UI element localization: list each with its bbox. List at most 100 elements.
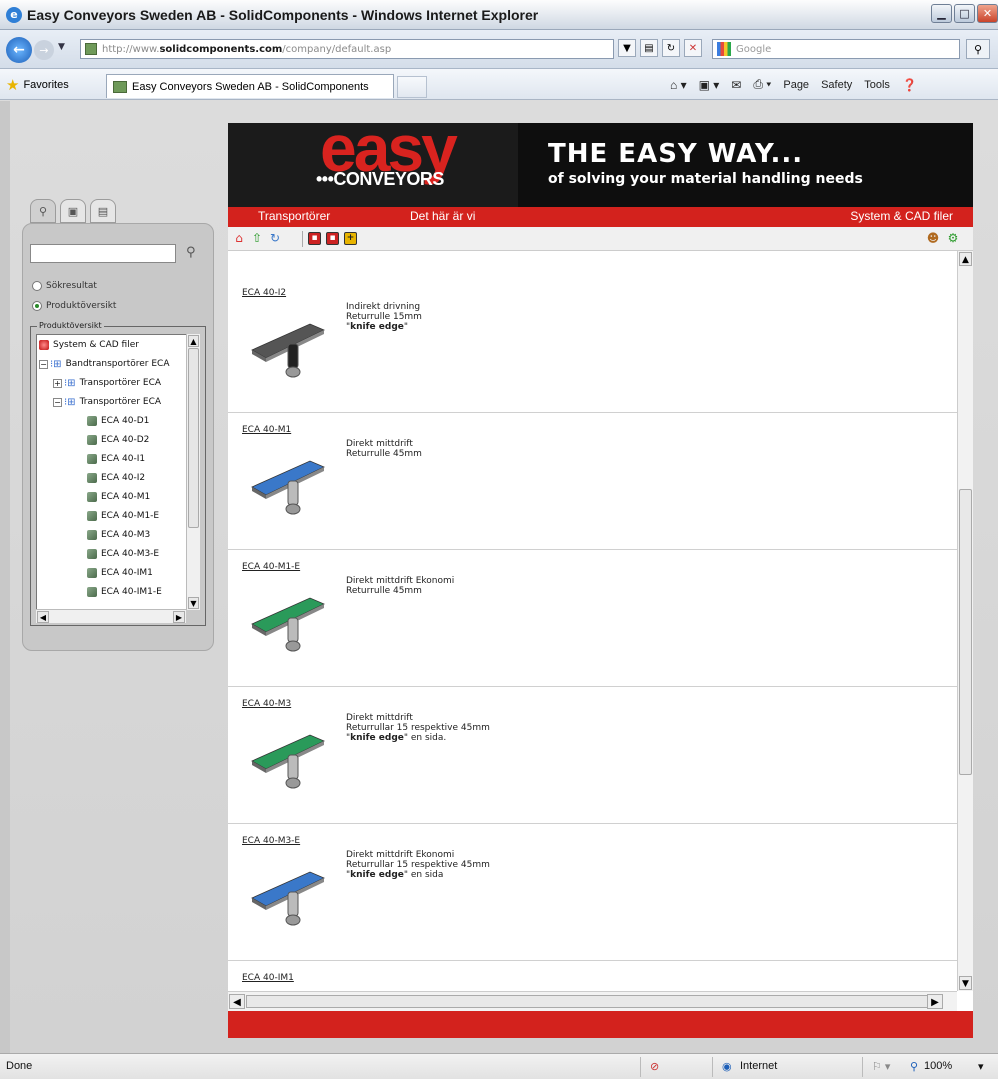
search-input[interactable]: Google xyxy=(712,39,960,59)
product-description: Direkt mittdrift Ekonomi Returrullar 15 r… xyxy=(346,850,490,880)
tree-item[interactable]: ECA 40-M1 xyxy=(87,488,150,506)
menu-item-transportorer[interactable]: Transportörer xyxy=(258,209,330,223)
panel-search-input[interactable] xyxy=(30,244,176,263)
conveyor-image[interactable] xyxy=(250,727,330,797)
up-arrow-icon[interactable]: ⇧ xyxy=(250,231,264,245)
tree-horizontal-scrollbar[interactable]: ◀ ▶ xyxy=(36,609,186,623)
scroll-down-arrow[interactable]: ▼ xyxy=(188,597,199,609)
user-icon[interactable]: ☻ xyxy=(926,231,940,245)
tree-item[interactable]: ECA 40-D1 xyxy=(87,412,149,430)
scroll-up-arrow[interactable]: ▲ xyxy=(959,252,972,266)
tree-vertical-scrollbar[interactable]: ▲ ▼ xyxy=(186,334,200,610)
site-footer xyxy=(228,1011,973,1038)
address-dropdown-button[interactable]: ▼ xyxy=(618,39,636,57)
tree-item[interactable]: ECA 40-I2 xyxy=(87,469,145,487)
zoom-icon: ⚲ xyxy=(910,1061,919,1073)
menu-item-system-cad[interactable]: System & CAD filer xyxy=(850,209,953,223)
product-code-link[interactable]: ECA 40-I2 xyxy=(242,288,286,298)
conveyor-image[interactable] xyxy=(250,590,330,660)
list-tab-icon[interactable]: ▤ xyxy=(90,199,116,223)
add-icon[interactable]: + xyxy=(344,232,357,245)
address-input[interactable]: http://www. solidcomponents.com/company/d… xyxy=(80,39,614,59)
safety-menu[interactable]: Safety xyxy=(821,79,852,91)
radio-button-selected[interactable] xyxy=(32,301,42,311)
back-button[interactable]: ← xyxy=(6,37,32,63)
stop-button[interactable]: ✕ xyxy=(684,39,702,57)
tree-item[interactable]: ECA 40-M1-E xyxy=(87,507,159,525)
compatibility-icon[interactable]: ▤ xyxy=(640,39,658,57)
security-zone[interactable]: Internet xyxy=(740,1060,777,1072)
search-tab-icon[interactable]: ⚲ xyxy=(30,199,56,223)
expand-icon[interactable]: + xyxy=(53,378,62,388)
radio-button[interactable] xyxy=(32,281,42,291)
scroll-left-arrow[interactable]: ◀ xyxy=(229,994,245,1009)
new-tab-button[interactable] xyxy=(397,76,427,98)
zoom-level[interactable]: 100% xyxy=(924,1060,952,1072)
view-list-icon[interactable]: ▪ xyxy=(326,232,339,245)
print-icon[interactable]: ⎙ ▾ xyxy=(753,77,771,92)
favorites-button[interactable]: ★ Favorites xyxy=(6,76,69,94)
tree-item[interactable]: ECA 40-I1 xyxy=(87,450,145,468)
content-horizontal-scrollbar[interactable]: ◀ ▶ xyxy=(228,991,957,1011)
product-code-link[interactable]: ECA 40-M1-E xyxy=(242,562,300,572)
product-code-link[interactable]: ECA 40-IM1 xyxy=(242,973,294,983)
description-line: Returrulle 45mm xyxy=(346,586,422,596)
description-line: Returrullar 15 respektive 45mm xyxy=(346,723,490,733)
content-vertical-scrollbar[interactable]: ▲ ▼ xyxy=(957,251,973,991)
scroll-thumb[interactable] xyxy=(246,995,936,1008)
tab-active[interactable]: Easy Conveyors Sweden AB - SolidComponen… xyxy=(106,74,394,98)
conveyor-image[interactable] xyxy=(250,316,330,386)
zoom-dropdown-icon[interactable]: ▾ xyxy=(978,1060,984,1073)
tools-menu[interactable]: Tools xyxy=(864,79,890,91)
tree-item[interactable]: ECA 40-M3-E xyxy=(87,545,159,563)
scroll-up-arrow[interactable]: ▲ xyxy=(188,335,199,347)
minimize-button[interactable]: ▁ xyxy=(931,4,952,23)
home-icon[interactable]: ⌂ ▾ xyxy=(670,78,687,92)
radio-label: Produktöversikt xyxy=(46,301,117,311)
product-code-link[interactable]: ECA 40-M3-E xyxy=(242,836,300,846)
scroll-thumb[interactable] xyxy=(188,348,199,528)
product-code-link[interactable]: ECA 40-M3 xyxy=(242,699,291,709)
scroll-thumb[interactable] xyxy=(959,489,972,775)
privacy-icon[interactable]: ⊘ xyxy=(650,1060,659,1073)
refresh-button[interactable]: ↻ xyxy=(662,39,680,57)
tree-item-label: ECA 40-I2 xyxy=(101,473,146,483)
feeds-icon[interactable]: ▣ ▾ xyxy=(699,78,720,92)
view-grid-icon[interactable]: ▪ xyxy=(308,232,321,245)
conveyor-image[interactable] xyxy=(250,453,330,523)
save-tab-icon[interactable]: ▣ xyxy=(60,199,86,223)
tree-item[interactable]: + ⁝⊞ Transportörer ECA xyxy=(53,374,161,392)
tree-item[interactable]: ECA 40-IM1-E xyxy=(87,583,162,601)
collapse-icon[interactable]: − xyxy=(53,397,62,407)
scroll-left-arrow[interactable]: ◀ xyxy=(37,611,49,623)
recent-pages-dropdown[interactable]: ▼ xyxy=(58,42,65,52)
tree-item[interactable]: ECA 40-D2 xyxy=(87,431,149,449)
radio-search-results[interactable]: Sökresultat xyxy=(32,281,97,291)
search-button[interactable]: ⚲ xyxy=(966,39,990,59)
home-icon[interactable]: ⌂ xyxy=(232,231,246,245)
product-code-link[interactable]: ECA 40-M1 xyxy=(242,425,291,435)
forward-button[interactable]: → xyxy=(34,40,54,60)
close-button[interactable]: ✕ xyxy=(977,4,998,23)
tree-item[interactable]: System & CAD filer xyxy=(39,336,139,354)
tree-item[interactable]: − ⁝⊞ Transportörer ECA xyxy=(53,393,161,411)
scroll-down-arrow[interactable]: ▼ xyxy=(959,976,972,990)
page-menu[interactable]: Page xyxy=(783,79,809,91)
menu-item-about[interactable]: Det här är vi xyxy=(410,209,475,223)
scroll-right-arrow[interactable]: ▶ xyxy=(173,611,185,623)
tree-item[interactable]: ECA 40-IM1 xyxy=(87,564,153,582)
maximize-button[interactable]: □ xyxy=(954,4,975,23)
conveyor-image[interactable] xyxy=(250,864,330,934)
scroll-right-arrow[interactable]: ▶ xyxy=(927,994,943,1009)
radio-product-overview[interactable]: Produktöversikt xyxy=(32,301,116,311)
protected-mode-icon[interactable]: ⚐ ▾ xyxy=(872,1060,890,1073)
refresh-icon[interactable]: ↻ xyxy=(268,231,282,245)
panel-search-icon[interactable]: ⚲ xyxy=(186,245,196,260)
mail-icon[interactable]: ✉ xyxy=(731,78,741,92)
help-icon[interactable]: ❓ xyxy=(902,78,917,92)
collapse-icon[interactable]: − xyxy=(39,359,48,369)
tree-item[interactable]: − ⁝⊞ Bandtransportörer ECA xyxy=(39,355,170,373)
add-user-icon[interactable]: ⚙ xyxy=(946,231,960,245)
product-icon xyxy=(87,416,97,426)
tree-item[interactable]: ECA 40-M3 xyxy=(87,526,150,544)
